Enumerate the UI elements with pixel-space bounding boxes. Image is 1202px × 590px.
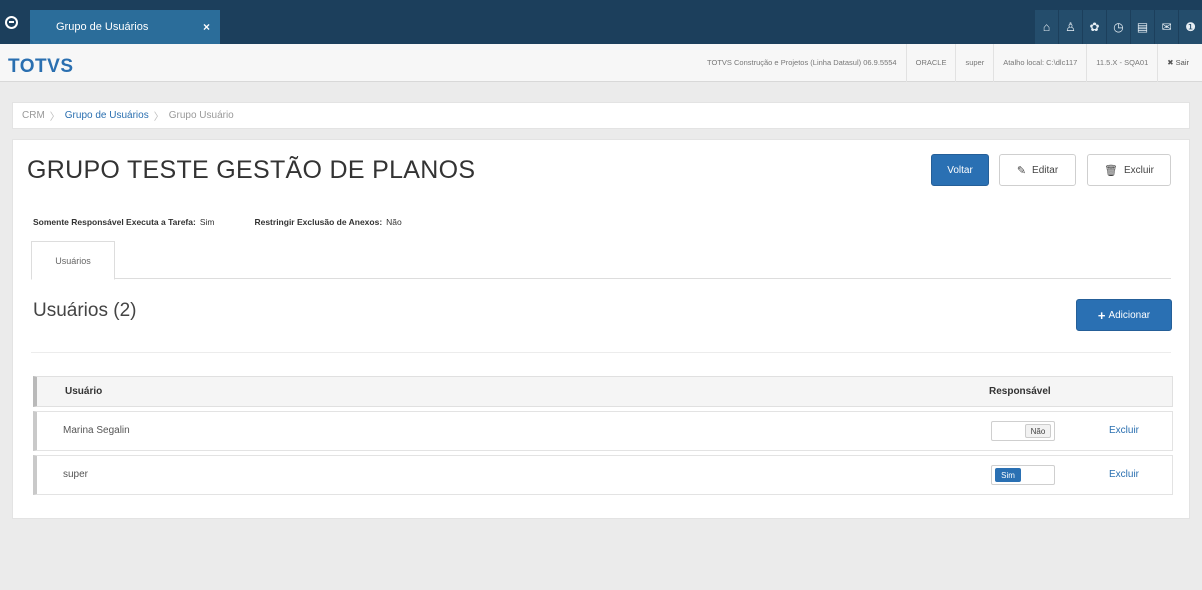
responsible-toggle[interactable]: Não <box>991 421 1055 441</box>
property-value: Não <box>386 217 402 227</box>
property-label: Restringir Exclusão de Anexos: <box>254 217 383 227</box>
clock-icon[interactable]: ◷ <box>1107 10 1130 44</box>
back-button-label: Voltar <box>947 164 973 176</box>
users-section-title: Usuários (2) <box>33 300 137 321</box>
toggle-label: Não <box>1025 424 1051 438</box>
document-icon[interactable]: ▤ <box>1131 10 1154 44</box>
user-info[interactable]: super <box>955 44 993 82</box>
brand-logo[interactable]: TOTVS <box>8 56 74 78</box>
plus-icon: + <box>1097 307 1106 323</box>
responsible-toggle[interactable]: Sim <box>991 465 1055 485</box>
shortcut-info: Atalho local: C:\dlc117 <box>993 44 1086 82</box>
sitemap-icon[interactable]: ♙ <box>1059 10 1082 44</box>
breadcrumb-separator: 〉 <box>153 112 164 123</box>
tab-grupo-de-usuarios[interactable]: Grupo de Usuários × <box>30 10 220 44</box>
table-header: Usuário Responsável <box>33 376 1173 407</box>
toggle-label: Sim <box>995 468 1021 482</box>
table-row: super Sim Excluir <box>33 455 1173 495</box>
tab-close-icon[interactable]: × <box>203 20 210 34</box>
user-name: Marina Segalin <box>63 425 130 436</box>
mail-icon[interactable]: ✉ <box>1155 10 1178 44</box>
edit-button-label: Editar <box>1032 164 1059 176</box>
app-menu-button[interactable] <box>0 0 22 44</box>
tab-bar: Usuários <box>31 241 1171 280</box>
top-icons: ⌂ ♙ ✿ ◷ ▤ ✉ ❶ <box>1034 10 1202 44</box>
property-value: Sim <box>199 217 215 227</box>
breadcrumb-separator: 〉 <box>49 112 60 123</box>
add-user-button[interactable]: + Adicionar <box>1076 299 1172 331</box>
delete-button[interactable]: 🗑 Excluir <box>1087 154 1171 186</box>
section-divider <box>31 352 1171 353</box>
trash-icon: 🗑 <box>1104 164 1118 177</box>
gear-icon[interactable]: ✿ <box>1083 10 1106 44</box>
company-info[interactable]: TOTVS Construção e Projetos (Linha Datas… <box>698 44 906 82</box>
page-title: GRUPO TESTE GESTÃO DE PLANOS <box>27 156 476 184</box>
home-icon[interactable]: ⌂ <box>1035 10 1058 44</box>
column-header-responsible[interactable]: Responsável <box>989 386 1051 397</box>
user-name: super <box>63 469 89 480</box>
info-bar: TOTVS TOTVS Construção e Projetos (Linha… <box>0 44 1202 82</box>
top-navigation-bar: Grupo de Usuários × ⌂ ♙ ✿ ◷ ▤ ✉ ❶ <box>0 0 1202 44</box>
edit-button[interactable]: ✎ Editar <box>999 154 1076 186</box>
table-row: Marina Segalin Não Excluir <box>33 411 1173 451</box>
group-properties: Somente Responsável Executa a Tarefa: Si… <box>33 217 442 227</box>
back-button[interactable]: Voltar <box>931 154 989 186</box>
breadcrumb: CRM 〉 Grupo de Usuários 〉 Grupo Usuário <box>12 102 1190 129</box>
row-delete-link[interactable]: Excluir <box>1109 469 1139 480</box>
breadcrumb-crm[interactable]: CRM <box>22 110 45 121</box>
property-label: Somente Responsável Executa a Tarefa: <box>33 217 196 227</box>
breadcrumb-current: Grupo Usuário <box>168 110 234 121</box>
version-info: 11.5.X - SQA01 <box>1086 44 1157 82</box>
column-header-user[interactable]: Usuário <box>65 386 102 397</box>
detail-card: GRUPO TESTE GESTÃO DE PLANOS Voltar ✎ Ed… <box>12 139 1190 519</box>
database-info: ORACLE <box>905 44 956 82</box>
menu-circle-icon <box>4 15 18 29</box>
tab-usuarios[interactable]: Usuários <box>31 241 115 280</box>
help-icon[interactable]: ❶ <box>1179 10 1202 44</box>
breadcrumb-grupo-de-usuarios[interactable]: Grupo de Usuários <box>65 110 149 121</box>
delete-button-label: Excluir <box>1123 164 1154 176</box>
users-table: Usuário Responsável Marina Segalin Não E… <box>33 376 1173 495</box>
row-delete-link[interactable]: Excluir <box>1109 425 1139 436</box>
tab-label: Grupo de Usuários <box>56 21 149 33</box>
session-info: TOTVS Construção e Projetos (Linha Datas… <box>698 44 1198 82</box>
add-button-label: Adicionar <box>1108 309 1151 321</box>
pencil-icon: ✎ <box>1016 164 1027 177</box>
exit-button[interactable]: ✖ Sair <box>1157 44 1198 82</box>
